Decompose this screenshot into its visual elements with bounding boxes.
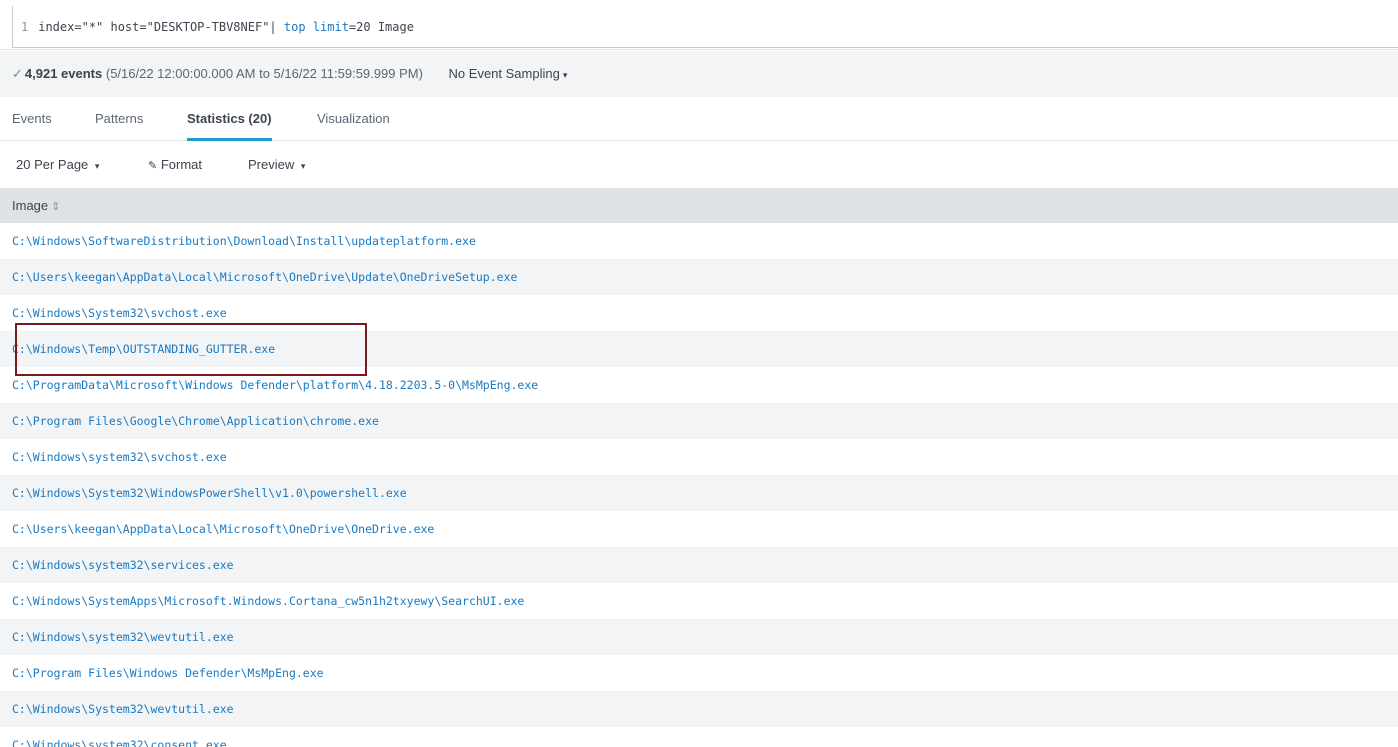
caret-down-icon: ▾ bbox=[94, 161, 100, 171]
per-page-dropdown[interactable]: 20 Per Page ▾ bbox=[16, 142, 99, 187]
table-row[interactable]: C:\Windows\System32\WindowsPowerShell\v1… bbox=[0, 475, 1398, 511]
format-label: Format bbox=[160, 157, 203, 172]
event-count: 4,921 events bbox=[24, 66, 103, 81]
table-row[interactable]: C:\Windows\system32\services.exe bbox=[0, 547, 1398, 583]
query-prefix: index="*" host="DESKTOP-TBV8NEF"| bbox=[38, 20, 284, 34]
table-row[interactable]: C:\Users\keegan\AppData\Local\Microsoft\… bbox=[0, 259, 1398, 295]
column-header-label: Image bbox=[12, 198, 49, 213]
search-query-editor[interactable]: 1 index="*" host="DESKTOP-TBV8NEF"| top l… bbox=[12, 6, 1398, 48]
per-page-label: 20 Per Page bbox=[16, 157, 89, 172]
table-row[interactable]: C:\Windows\system32\svchost.exe bbox=[0, 439, 1398, 475]
format-button[interactable]: ✎ Format bbox=[148, 142, 202, 187]
sort-icon[interactable]: ⇕ bbox=[51, 201, 60, 213]
caret-down-icon: ▾ bbox=[562, 70, 568, 80]
query-arg-limit: limit bbox=[312, 20, 349, 34]
search-bar: 1 index="*" host="DESKTOP-TBV8NEF"| top l… bbox=[0, 0, 1398, 50]
line-number: 1 bbox=[21, 20, 29, 34]
caret-down-icon: ▾ bbox=[300, 161, 306, 171]
table-row[interactable]: C:\Users\keegan\AppData\Local\Microsoft\… bbox=[0, 511, 1398, 547]
results-tabs: Events Patterns Statistics (20) Visualiz… bbox=[0, 97, 1398, 141]
table-row[interactable]: C:\Windows\system32\wevtutil.exe bbox=[0, 619, 1398, 655]
tab-visualization[interactable]: Visualization bbox=[317, 97, 390, 141]
highlight-box bbox=[15, 323, 367, 376]
query-command-top: top bbox=[283, 20, 306, 34]
preview-dropdown[interactable]: Preview ▾ bbox=[248, 142, 305, 187]
column-header-image[interactable]: Image ⇕ bbox=[0, 188, 1398, 223]
results-table-body: C:\Windows\SoftwareDistribution\Download… bbox=[0, 223, 1398, 747]
job-status-bar: ✓ 4,921 events (5/16/22 12:00:00.000 AM t… bbox=[0, 51, 1398, 97]
table-row[interactable]: C:\Windows\System32\wevtutil.exe bbox=[0, 691, 1398, 727]
check-icon: ✓ bbox=[12, 66, 23, 81]
pencil-icon: ✎ bbox=[148, 160, 158, 172]
event-sampling-label: No Event Sampling bbox=[448, 66, 560, 81]
tab-statistics[interactable]: Statistics (20) bbox=[187, 97, 272, 141]
table-row[interactable]: C:\Windows\SoftwareDistribution\Download… bbox=[0, 223, 1398, 259]
preview-label: Preview bbox=[248, 157, 295, 172]
table-row[interactable]: C:\Windows\SystemApps\Microsoft.Windows.… bbox=[0, 583, 1398, 619]
time-range: (5/16/22 12:00:00.000 AM to 5/16/22 11:5… bbox=[102, 66, 423, 81]
results-toolbar: 20 Per Page ▾ ✎ Format Preview ▾ bbox=[0, 142, 1398, 187]
tab-patterns[interactable]: Patterns bbox=[95, 97, 143, 141]
event-sampling-dropdown[interactable]: No Event Sampling ▾ bbox=[449, 66, 568, 81]
query-space bbox=[306, 20, 313, 34]
table-row[interactable]: C:\Windows\system32\consent.exe bbox=[0, 727, 1398, 747]
table-row[interactable]: C:\Program Files\Google\Chrome\Applicati… bbox=[0, 403, 1398, 439]
query-suffix: =20 Image bbox=[348, 20, 414, 34]
tab-events[interactable]: Events bbox=[12, 97, 52, 141]
table-row[interactable]: C:\Program Files\Windows Defender\MsMpEn… bbox=[0, 655, 1398, 691]
